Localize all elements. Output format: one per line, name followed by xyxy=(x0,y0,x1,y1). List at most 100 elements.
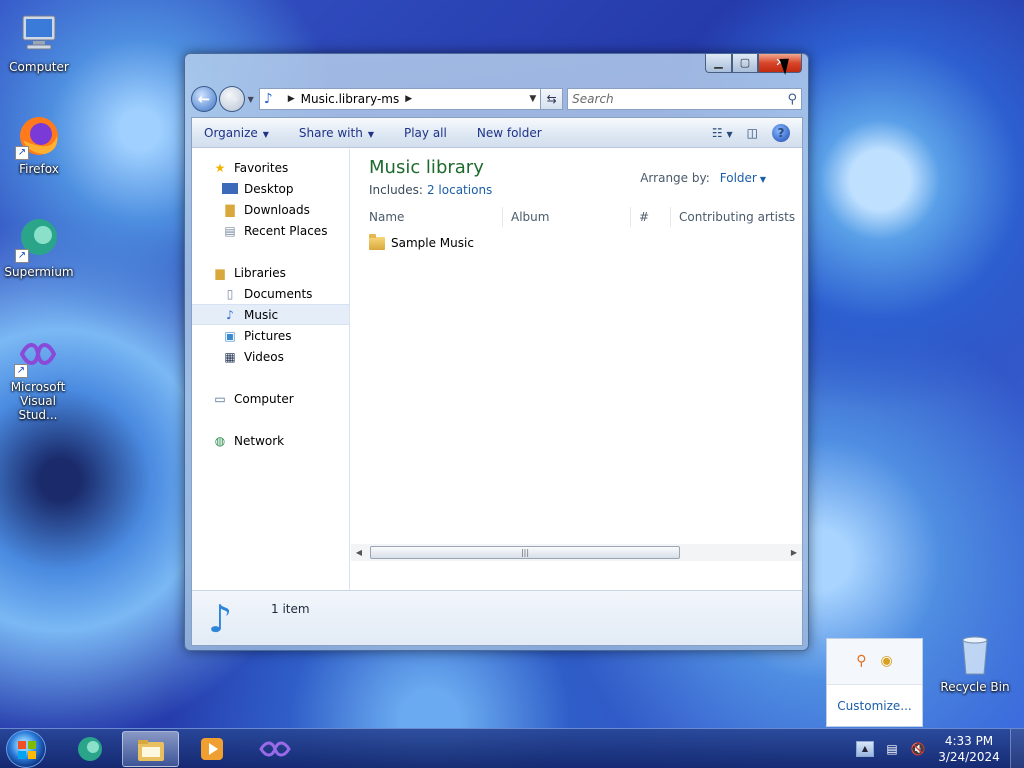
search-icon[interactable]: ⚲ xyxy=(787,92,797,107)
desktop-icon-label: Microsoft Visual Stud... xyxy=(10,380,66,422)
taskbar-visual-studio-button[interactable] xyxy=(246,731,303,767)
nav-item-documents[interactable]: ▯ Documents xyxy=(192,283,349,304)
visual-studio-icon: ↗ xyxy=(14,330,62,378)
help-button[interactable]: ? xyxy=(772,123,790,142)
search-input[interactable]: Search ⚲ xyxy=(567,88,802,110)
item-name: Sample Music xyxy=(391,236,474,250)
organize-button[interactable]: Organize ▼ xyxy=(204,126,269,140)
documents-icon: ▯ xyxy=(226,286,234,301)
tray-overflow-popup: ⚲ ◉ Customize... xyxy=(826,638,923,727)
organize-label: Organize xyxy=(204,125,258,140)
taskbar-supermium-button[interactable] xyxy=(61,731,118,767)
search-placeholder: Search xyxy=(572,92,614,106)
music-note-icon: ♪ xyxy=(263,91,273,107)
item-count: 1 item xyxy=(271,602,310,616)
column-header-album[interactable]: Album xyxy=(503,207,631,227)
customize-link[interactable]: Customize... xyxy=(827,684,922,726)
column-header-name[interactable]: Name xyxy=(361,207,503,227)
nav-item-music[interactable]: ♪ Music xyxy=(192,304,349,325)
breadcrumb-music-library[interactable]: Music.library-ms xyxy=(301,92,400,106)
nav-item-videos[interactable]: ▦ Videos xyxy=(192,346,349,367)
column-header-number[interactable]: # xyxy=(631,207,671,227)
desktop-icon-supermium[interactable]: ↗ Supermium xyxy=(1,215,77,279)
network-tray-icon[interactable]: ▤ xyxy=(882,739,902,759)
address-dropdown-icon[interactable]: ▼ xyxy=(529,94,536,104)
explorer-window[interactable]: ▁ ▢ ✕ ← → ▼ ♪ ▶ Music.library-ms ▶ ▼ ⇆ S… xyxy=(184,53,809,651)
nav-label: Favorites xyxy=(234,160,289,175)
address-bar[interactable]: ♪ ▶ Music.library-ms ▶ ▼ xyxy=(258,88,542,110)
nav-item-favorites[interactable]: ★ Favorites xyxy=(192,157,349,178)
new-folder-button[interactable]: New folder xyxy=(477,126,542,140)
system-tray: ▲ ▤ 🔇 4:33 PM 3/24/2024 xyxy=(856,729,1024,768)
start-button[interactable] xyxy=(6,730,46,768)
back-button[interactable]: ← xyxy=(191,86,217,112)
chevron-down-icon: ▼ xyxy=(367,129,374,139)
clock-time: 4:33 PM xyxy=(944,734,994,748)
arrange-by: Arrange by: Folder ▼ xyxy=(640,171,766,185)
forward-button[interactable]: → xyxy=(218,86,245,112)
firefox-icon: ↗ xyxy=(15,112,63,160)
breadcrumb-separator-icon[interactable]: ▶ xyxy=(288,94,295,104)
arrange-value: Folder xyxy=(719,171,757,185)
scroll-thumb[interactable]: ||| xyxy=(370,546,680,559)
pictures-icon: ▣ xyxy=(224,328,236,343)
computer-icon: ▭ xyxy=(214,391,226,406)
media-player-icon xyxy=(200,738,223,760)
share-with-label: Share with xyxy=(298,125,363,140)
desktop-icon-firefox[interactable]: ↗ Firefox xyxy=(1,112,77,176)
arrange-label: Arrange by: xyxy=(640,171,710,185)
shortcut-arrow-icon: ↗ xyxy=(14,364,28,378)
clock[interactable]: 4:33 PM 3/24/2024 xyxy=(934,733,1004,765)
show-hidden-icons-button[interactable]: ▲ xyxy=(856,741,874,757)
navigation-row: ← → ▼ ♪ ▶ Music.library-ms ▶ ▼ ⇆ Search … xyxy=(191,84,802,114)
scroll-left-icon[interactable]: ◀ xyxy=(351,548,367,557)
scroll-right-icon[interactable]: ▶ xyxy=(786,548,802,557)
nav-label: Videos xyxy=(244,349,284,364)
share-with-button[interactable]: Share with ▼ xyxy=(299,126,374,140)
history-dropdown-button[interactable]: ▼ xyxy=(245,95,257,104)
supermium-icon: ↗ xyxy=(15,215,63,263)
nav-item-libraries[interactable]: ▆ Libraries xyxy=(192,262,349,283)
chevron-down-icon: ▼ xyxy=(262,129,269,139)
app-tray-icon[interactable]: ◉ xyxy=(881,653,893,669)
taskbar-explorer-button[interactable] xyxy=(122,731,179,767)
nav-item-computer[interactable]: ▭ Computer xyxy=(192,388,349,409)
content-pane: Music library Includes: 2 locations Arran… xyxy=(351,149,802,592)
nav-item-network[interactable]: ◍ Network xyxy=(192,430,349,451)
nav-item-downloads[interactable]: ▇ Downloads xyxy=(192,199,349,220)
volume-muted-icon[interactable]: 🔇 xyxy=(908,739,928,759)
includes-label: Includes: xyxy=(369,183,423,197)
nav-item-desktop[interactable]: Desktop xyxy=(192,178,349,199)
arrange-by-dropdown[interactable]: Folder ▼ xyxy=(720,171,766,185)
music-note-icon: ♪ xyxy=(226,307,234,322)
column-header-contributing-artists[interactable]: Contributing artists xyxy=(671,207,801,227)
column-headers: Name Album # Contributing artists xyxy=(361,207,801,227)
nav-label: Music xyxy=(244,307,279,322)
maximize-button[interactable]: ▢ xyxy=(732,54,758,73)
preview-pane-icon[interactable]: ◫ xyxy=(747,126,758,140)
navigation-pane: ★ Favorites Desktop ▇ Downloads ▤ Recent Pl… xyxy=(192,149,350,592)
taskbar-media-player-button[interactable] xyxy=(183,731,240,767)
music-note-icon: ♪ xyxy=(208,597,233,641)
magnifier-tray-icon[interactable]: ⚲ xyxy=(856,653,866,669)
desktop-icon-recycle-bin[interactable]: Recycle Bin xyxy=(937,630,1013,694)
show-desktop-button[interactable] xyxy=(1010,729,1024,768)
list-item[interactable]: Sample Music xyxy=(369,233,474,250)
visual-studio-icon xyxy=(258,741,291,757)
nav-item-recent-places[interactable]: ▤ Recent Places xyxy=(192,220,349,241)
command-bar: Organize ▼ Share with ▼ Play all New folde… xyxy=(192,118,802,148)
downloads-folder-icon: ▇ xyxy=(225,202,235,217)
locations-link[interactable]: 2 locations xyxy=(427,183,492,197)
minimize-icon: ▁ xyxy=(714,56,723,69)
view-options-icon[interactable]: ☷ ▼ xyxy=(712,126,733,140)
nav-item-pictures[interactable]: ▣ Pictures xyxy=(192,325,349,346)
star-icon: ★ xyxy=(214,160,226,175)
play-all-button[interactable]: Play all xyxy=(404,126,447,140)
nav-label: Computer xyxy=(234,391,294,406)
refresh-button[interactable]: ⇆ xyxy=(541,88,564,110)
desktop-icon-visual-studio[interactable]: ↗ Microsoft Visual Stud... xyxy=(0,330,76,422)
minimize-button[interactable]: ▁ xyxy=(705,54,732,73)
horizontal-scrollbar[interactable]: ◀ ||| ▶ xyxy=(351,544,802,561)
breadcrumb-separator-icon[interactable]: ▶ xyxy=(405,94,412,104)
desktop-icon-computer[interactable]: Computer xyxy=(1,10,77,74)
